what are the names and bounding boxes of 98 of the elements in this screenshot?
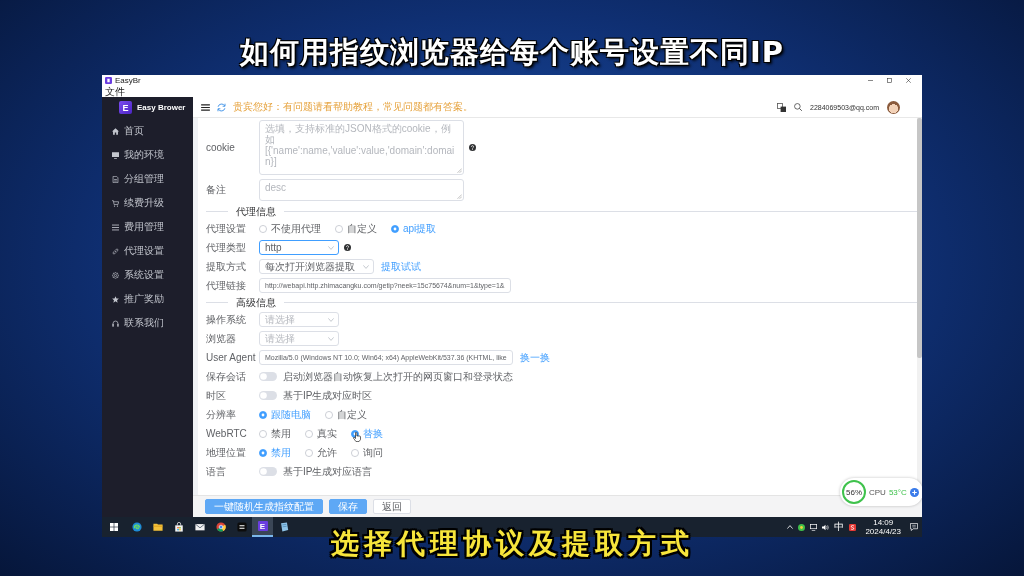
- avatar[interactable]: [887, 100, 900, 114]
- search-icon[interactable]: [794, 103, 802, 111]
- section-heading: 高级信息: [235, 295, 277, 310]
- system-monitor-widget[interactable]: 56% CPU 53°C: [840, 478, 922, 506]
- field-label: 备注: [206, 183, 227, 197]
- mail-icon: [194, 522, 205, 532]
- notification-icon[interactable]: [910, 523, 918, 531]
- minimize-icon[interactable]: [868, 78, 873, 83]
- note-icon: [278, 522, 289, 532]
- logo-letter: E: [119, 101, 132, 114]
- clock-time: 14:09: [873, 518, 894, 527]
- home-icon: [112, 127, 119, 135]
- plus-circle-icon[interactable]: [909, 487, 919, 497]
- sidebar-item[interactable]: 首页: [102, 119, 193, 143]
- field-label: WebRTC: [206, 428, 248, 439]
- sidebar-item[interactable]: 分组管理: [102, 167, 193, 191]
- caret-icon: [363, 264, 369, 269]
- input-method-indicator[interactable]: 中: [834, 521, 845, 533]
- field-label: 代理链接: [206, 278, 247, 293]
- colored-circle-icon: [215, 522, 226, 532]
- radio-option[interactable]: 询问: [351, 445, 383, 460]
- field-label: User Agent: [206, 352, 257, 363]
- cart-icon: [112, 199, 119, 207]
- video-title-caption: 如何用指纹浏览器给每个账号设置不同IP: [239, 34, 784, 69]
- list-icon: [112, 223, 119, 231]
- toggle-switch[interactable]: [259, 467, 277, 476]
- resize-grip-icon[interactable]: [457, 194, 462, 199]
- dropdown[interactable]: http: [259, 240, 339, 255]
- field-label: 保存会话: [206, 369, 247, 384]
- field-label: 代理设置: [206, 221, 247, 236]
- sidebar-item[interactable]: 代理设置: [102, 239, 193, 263]
- sidebar-item[interactable]: 联系我们: [102, 311, 193, 335]
- footer-button[interactable]: 返回: [373, 499, 411, 514]
- tray-app-icon[interactable]: [849, 523, 857, 531]
- radio-option[interactable]: 真实: [305, 426, 337, 441]
- dropdown[interactable]: 每次打开浏览器提取: [259, 259, 374, 274]
- app-name: Easy Brower: [137, 103, 186, 112]
- field-label: 浏览器: [206, 331, 237, 346]
- headset-icon: [112, 319, 119, 327]
- radio-option[interactable]: 允许: [305, 445, 337, 460]
- field-label: 时区: [206, 388, 227, 403]
- window-title: EasyBr: [115, 75, 141, 86]
- letter-logo: E: [257, 521, 268, 531]
- menu-icon[interactable]: [201, 103, 210, 111]
- toggle-description: 基于IP生成对应语言: [283, 464, 373, 479]
- caret-icon: [328, 245, 334, 250]
- radio-option[interactable]: 自定义: [335, 221, 377, 236]
- monitor-icon: [112, 151, 119, 159]
- sidebar-item[interactable]: 我的环境: [102, 143, 193, 167]
- app-icon: [236, 522, 247, 532]
- menu-item[interactable]: 文件: [105, 86, 125, 97]
- radio-option[interactable]: 禁用: [259, 426, 291, 441]
- section-heading: 代理信息: [235, 204, 277, 219]
- radio-option[interactable]: 不使用代理: [259, 221, 321, 236]
- sidebar-item[interactable]: 费用管理: [102, 215, 193, 239]
- tray-app-icon[interactable]: [798, 523, 806, 531]
- field-label: 地理位置: [206, 445, 247, 460]
- toggle-description: 启动浏览器自动恢复上次打开的网页窗口和登录状态: [283, 369, 513, 384]
- cpu-label: CPU: [869, 487, 886, 497]
- folder-icon: [152, 522, 163, 532]
- caret-icon: [328, 336, 334, 341]
- video-subtitle-caption: 选择代理协议及提取方式: [330, 527, 694, 561]
- notice-text: 贵宾您好：有问题请看帮助教程，常见问题都有答案。: [233, 100, 473, 114]
- scrollbar-thumb[interactable]: [917, 118, 922, 358]
- caret-icon: [328, 317, 334, 322]
- help-icon[interactable]: [344, 244, 351, 251]
- volume-icon[interactable]: [822, 523, 830, 531]
- sidebar-item[interactable]: 推广奖励: [102, 287, 193, 311]
- taskbar-button[interactable]: E: [252, 517, 273, 537]
- star-icon: [112, 295, 119, 303]
- maximize-icon[interactable]: [887, 78, 892, 83]
- field-label: 提取方式: [206, 259, 247, 274]
- document-icon: [112, 175, 119, 183]
- help-icon[interactable]: [469, 144, 476, 151]
- sidebar-item[interactable]: 系统设置: [102, 263, 193, 287]
- start-icon[interactable]: [110, 523, 118, 531]
- close-icon[interactable]: [906, 78, 911, 83]
- cpu-temperature: 53°C: [888, 487, 907, 497]
- chevron-up-icon[interactable]: [787, 525, 794, 529]
- field-label: 代理类型: [206, 240, 247, 255]
- shopping-bag-icon: [173, 522, 184, 532]
- field-label: 分辨率: [206, 407, 237, 422]
- gear-icon: [112, 271, 119, 279]
- translate-icon[interactable]: [777, 102, 786, 112]
- clock-date: 2024/4/23: [865, 527, 901, 536]
- field-label: 语言: [206, 464, 227, 479]
- radio-option[interactable]: 自定义: [325, 407, 367, 422]
- sidebar-item[interactable]: 续费升级: [102, 191, 193, 215]
- memory-usage-ring: 56%: [842, 480, 866, 504]
- toggle-switch[interactable]: [259, 391, 277, 400]
- toggle-switch[interactable]: [259, 372, 277, 381]
- toggle-description: 基于IP生成对应时区: [283, 388, 373, 403]
- link-icon: [112, 247, 119, 255]
- resize-grip-icon[interactable]: [457, 168, 462, 173]
- field-label: cookie: [206, 142, 236, 153]
- network-icon[interactable]: [810, 523, 818, 531]
- swirl-icon: [131, 522, 142, 532]
- field-label: 操作系统: [206, 312, 247, 327]
